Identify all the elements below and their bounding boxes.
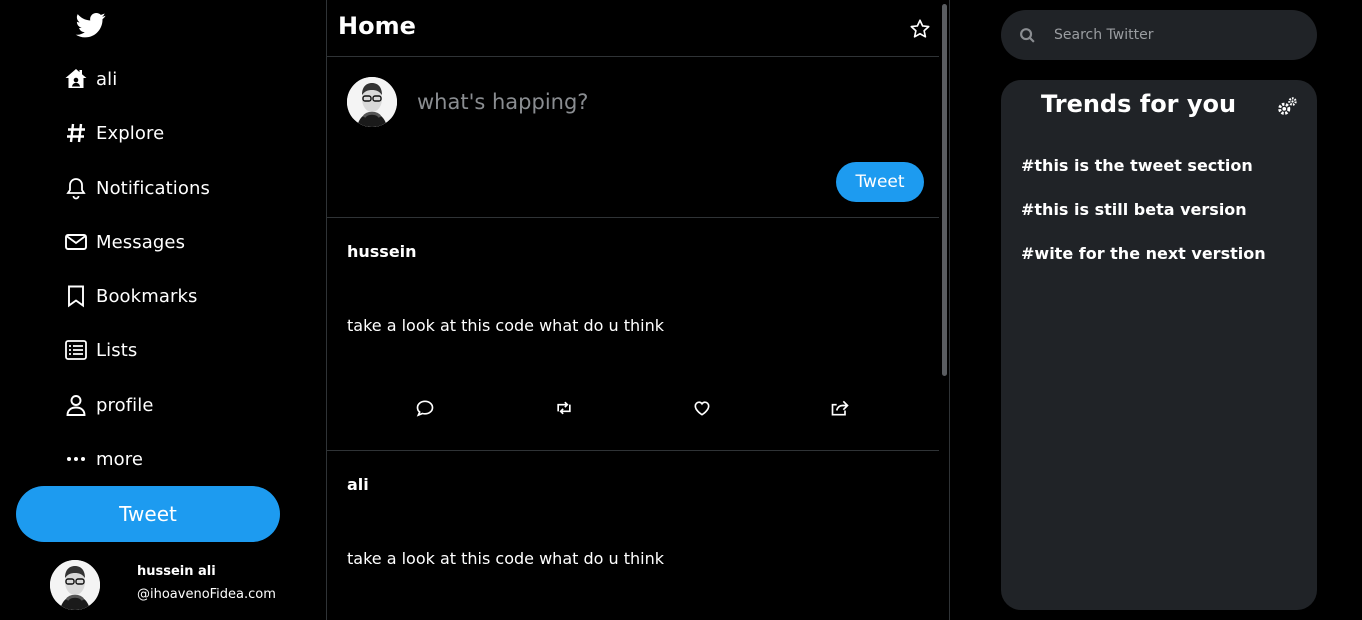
tweet-card[interactable]: ali take a look at this code what do u t… [327, 451, 939, 608]
sidebar-item-label: Notifications [96, 177, 210, 199]
heart-icon[interactable] [692, 398, 712, 418]
trend-item[interactable]: #this is the tweet section [1021, 156, 1253, 175]
account-name: hussein ali [137, 564, 216, 579]
envelope-icon [65, 234, 87, 250]
list-icon [65, 340, 87, 360]
user-icon [66, 395, 86, 416]
page-title: Home [338, 12, 416, 40]
sidebar-item-label: Bookmarks [96, 285, 198, 307]
compose-box: Tweet [327, 57, 939, 218]
sidebar-item-messages[interactable]: Messages [64, 225, 185, 259]
sidebar-item-label: more [96, 448, 144, 470]
home-feed: Home Tweet [326, 0, 950, 620]
hashtag-icon [67, 123, 85, 143]
sparkle-star-icon[interactable] [909, 18, 931, 40]
tweet-text: take a look at this code what do u think [347, 549, 664, 568]
feed-scroll-area: Home Tweet [327, 0, 939, 608]
search-box [1001, 10, 1317, 60]
search-input[interactable] [1054, 22, 1294, 48]
sidebar-item-notifications[interactable]: Notifications [64, 171, 210, 205]
trend-item[interactable]: #wite for the next verstion [1021, 244, 1266, 263]
sidebar-item-label: Messages [96, 231, 186, 253]
trend-item[interactable]: #this is still beta version [1021, 200, 1247, 219]
account-handle: @ihoavenoFidea.com [137, 587, 276, 602]
sidebar-item-label: Explore [96, 122, 165, 144]
sidebar-item-label: Lists [96, 339, 138, 361]
trends-panel: Trends for you #this is the tweet sectio… [1001, 80, 1317, 610]
tweet-text: take a look at this code what do u think [347, 316, 664, 335]
tweet-card[interactable]: hussein take a look at this code what do… [327, 218, 939, 451]
share-icon[interactable] [830, 398, 850, 418]
home-icon [65, 69, 87, 88]
sidebar-item-lists[interactable]: Lists [64, 333, 137, 367]
sidebar-item-more[interactable]: more [64, 442, 143, 476]
compose-input[interactable] [417, 85, 897, 119]
tweet-author[interactable]: hussein [347, 242, 417, 261]
ellipsis-icon [67, 457, 85, 461]
trends-title: Trends for you [1041, 90, 1237, 118]
app: ali Explore Notifications Messages Bookm… [0, 0, 1362, 620]
compose-tweet-button[interactable]: Tweet [836, 162, 924, 202]
tweet-actions [327, 398, 939, 420]
search-icon [1020, 28, 1035, 43]
sidebar-item-bookmarks[interactable]: Bookmarks [64, 279, 197, 313]
reply-icon[interactable] [415, 398, 435, 418]
twitter-logo-icon[interactable] [74, 10, 108, 40]
avatar [347, 77, 397, 127]
tweet-author[interactable]: ali [347, 475, 369, 494]
sidebar-item-home[interactable]: ali [64, 62, 117, 96]
avatar [50, 560, 100, 610]
retweet-icon[interactable] [554, 398, 574, 418]
bookmark-icon [68, 285, 84, 308]
tweet-button[interactable]: Tweet [16, 486, 280, 542]
sidebar-item-explore[interactable]: Explore [64, 116, 164, 150]
bell-icon [66, 178, 86, 200]
sidebar: ali Explore Notifications Messages Bookm… [0, 0, 326, 620]
account-switcher[interactable]: hussein ali @ihoavenoFidea.com [50, 560, 320, 614]
sidebar-item-label: ali [96, 68, 118, 90]
sidebar-item-label: profile [96, 394, 154, 416]
gears-icon[interactable] [1276, 96, 1298, 118]
feed-scrollbar[interactable] [942, 4, 947, 376]
feed-header: Home [327, 0, 939, 57]
sidebar-item-profile[interactable]: profile [64, 388, 154, 422]
